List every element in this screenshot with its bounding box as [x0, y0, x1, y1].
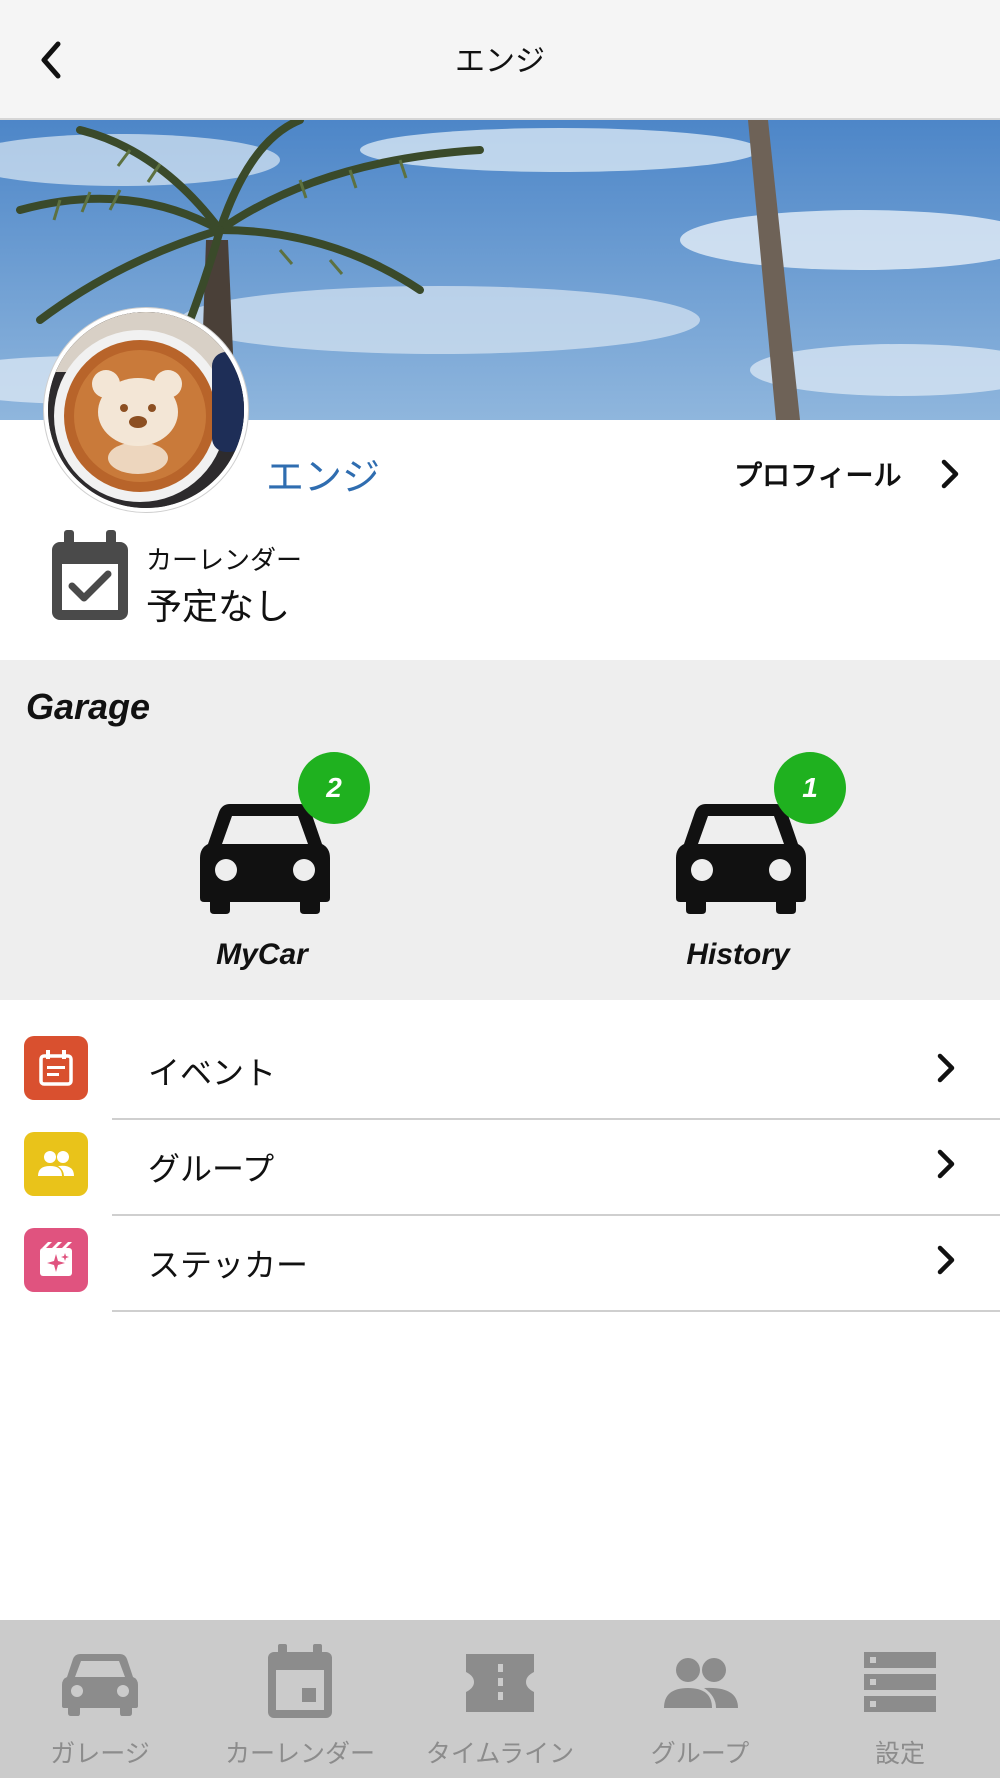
calendar-label: カーレンダー — [146, 546, 303, 576]
group-icon — [664, 1658, 738, 1708]
calendar-check-icon — [52, 530, 128, 620]
user-name: エンジ — [266, 455, 381, 499]
menu-item-sticker[interactable]: ステッカー — [0, 1216, 1000, 1312]
menu-item-label: イベント — [148, 1054, 277, 1092]
latte-art-image — [48, 312, 244, 508]
nav-item-garage[interactable]: ガレージ — [0, 1620, 200, 1778]
group-icon-tile — [24, 1132, 88, 1196]
calendar-value: 予定なし — [146, 587, 291, 628]
sticker-icon-tile — [24, 1228, 88, 1292]
nav-label: タイムライン — [425, 1739, 575, 1768]
chevron-right-icon — [937, 1053, 955, 1083]
event-icon — [39, 1050, 73, 1086]
car-icon — [62, 1654, 138, 1716]
menu-item-group[interactable]: グループ — [0, 1120, 1000, 1216]
nav-label: カーレンダー — [224, 1739, 375, 1768]
chevron-right-icon — [937, 1245, 955, 1275]
menu-item-label: ステッカー — [148, 1246, 309, 1284]
profile-link-label: プロフィール — [734, 459, 902, 492]
nav-item-group[interactable]: グループ — [600, 1620, 800, 1778]
garage-item-history[interactable]: 1 History — [638, 750, 846, 971]
chevron-right-icon — [937, 1149, 955, 1179]
garage-title: Garage — [26, 686, 151, 727]
calendar-icon — [268, 1644, 332, 1718]
history-label: History — [686, 938, 790, 971]
mycar-label: MyCar — [216, 938, 308, 971]
nav-label: グループ — [650, 1739, 750, 1768]
nav-label: ガレージ — [50, 1739, 150, 1768]
top-bar: エンジ — [0, 0, 1000, 120]
nav-item-calendar[interactable]: カーレンダー — [200, 1620, 400, 1778]
menu-item-event[interactable]: イベント — [0, 1024, 1000, 1120]
page-title: エンジ — [455, 44, 545, 79]
menu-item-label: グループ — [148, 1150, 275, 1188]
nav-item-timeline[interactable]: タイムライン — [400, 1620, 600, 1778]
app-screen: エンジ エンジ プロフィール カーレンダー 予定なし Garage 2 MyCa… — [0, 0, 1000, 1778]
garage-item-mycar[interactable]: 2 MyCar — [162, 750, 370, 971]
nav-item-settings[interactable]: 設定 — [800, 1620, 1000, 1778]
divider — [112, 1310, 1000, 1312]
history-count-badge: 1 — [774, 752, 846, 824]
sticker-icon — [40, 1242, 72, 1276]
profile-link[interactable]: プロフィール — [730, 450, 966, 498]
chevron-right-icon — [941, 459, 959, 489]
nav-label: 設定 — [874, 1739, 925, 1768]
mycar-count-badge: 2 — [298, 752, 370, 824]
bottom-nav: ガレージ カーレンダー タイムライン グループ 設定 — [0, 1620, 1000, 1778]
avatar[interactable] — [44, 308, 248, 512]
ticket-icon — [466, 1654, 534, 1712]
group-icon — [38, 1151, 74, 1176]
garage-section: Garage 2 MyCar 1 History — [0, 660, 1000, 1000]
event-icon-tile — [24, 1036, 88, 1100]
settings-list-icon — [864, 1652, 936, 1712]
